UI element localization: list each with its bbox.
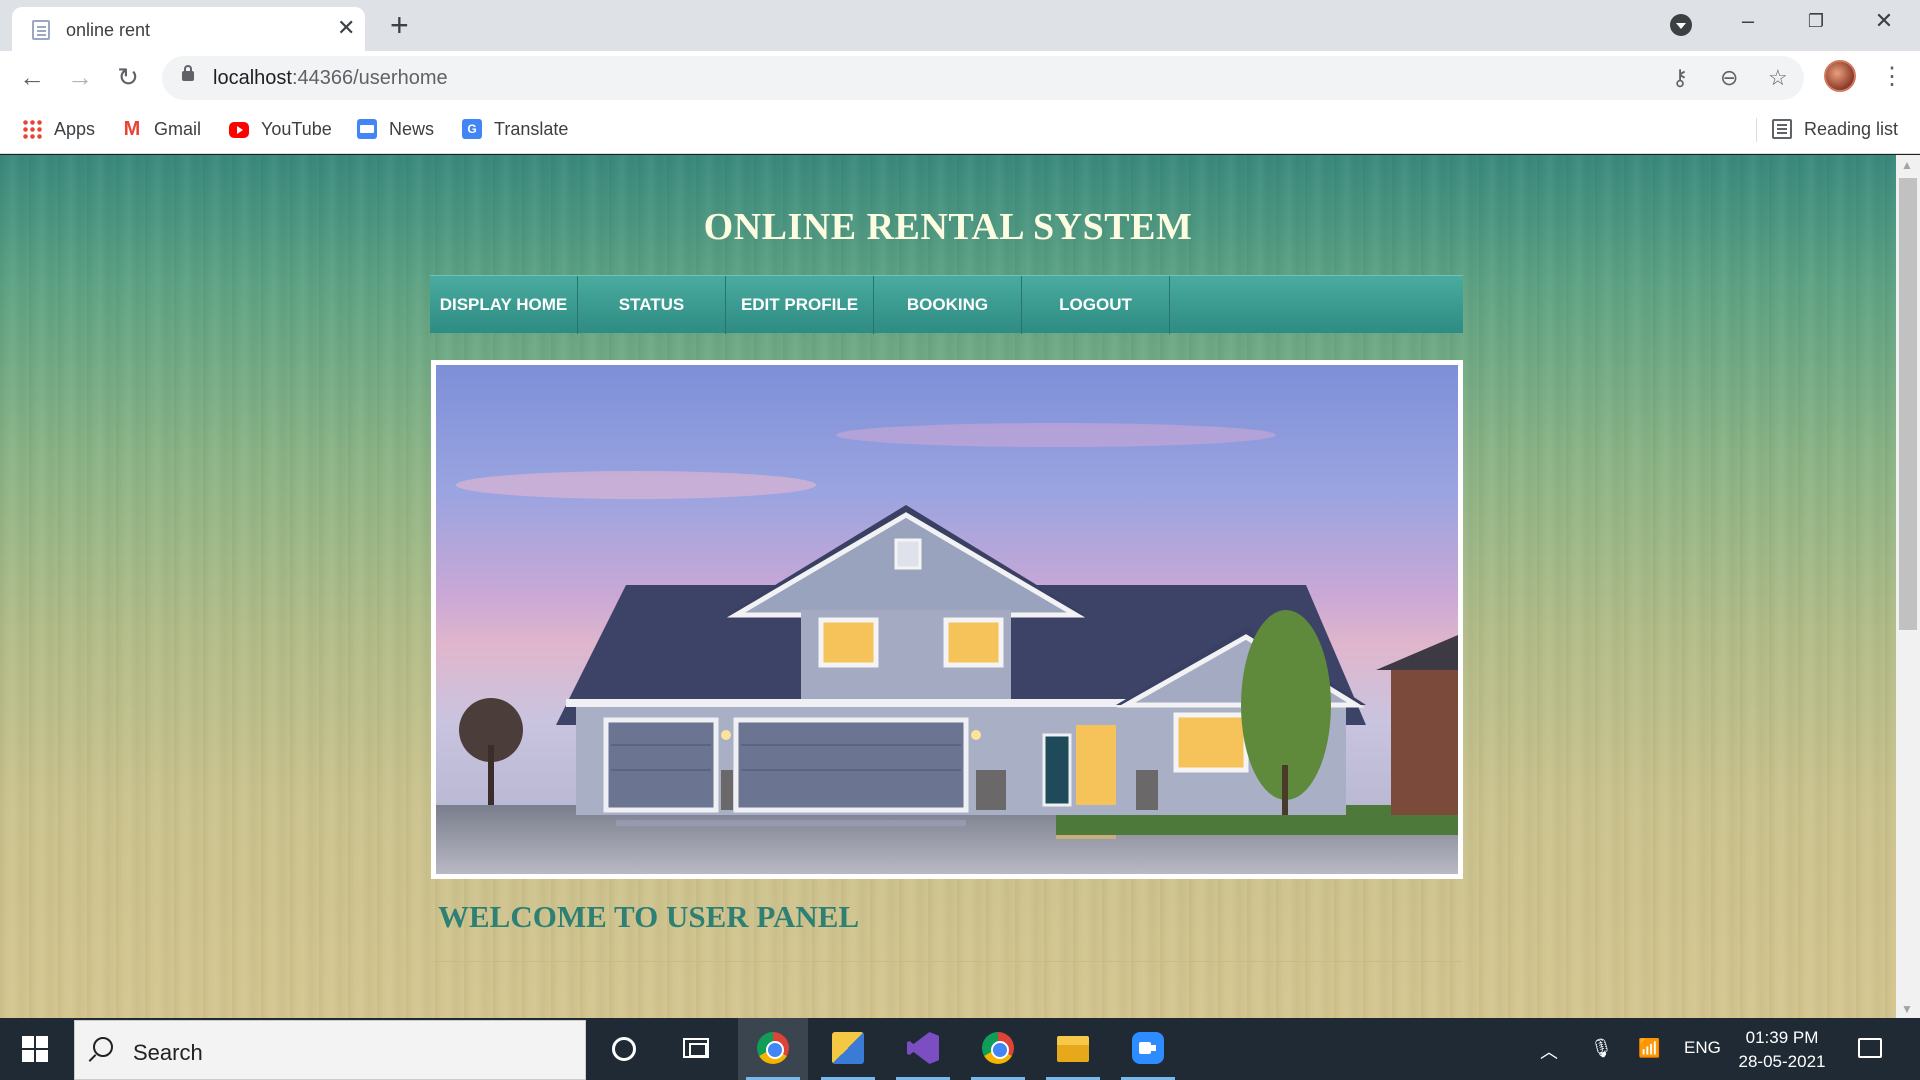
language-indicator[interactable]: ENG bbox=[1684, 1038, 1721, 1058]
tab-title: online rent bbox=[66, 20, 151, 40]
taskbar-chrome-active[interactable] bbox=[738, 1018, 808, 1080]
translate-icon: G bbox=[462, 119, 482, 139]
window-close-icon[interactable]: ✕ bbox=[1864, 6, 1904, 36]
welcome-divider bbox=[432, 961, 1462, 962]
bookmark-label: Gmail bbox=[154, 118, 202, 139]
url-path: :44366/userhome bbox=[291, 67, 448, 89]
microphone-icon[interactable]: 🎙 bbox=[1590, 1038, 1613, 1059]
chrome-icon bbox=[757, 1032, 789, 1064]
browser-menu-icon[interactable]: ⋮ bbox=[1880, 62, 1904, 92]
address-bar[interactable]: localhost:44366/userhome ⚷ ⊖ ☆ bbox=[162, 56, 1804, 100]
taskbar-sql-server[interactable] bbox=[813, 1018, 883, 1080]
wifi-icon[interactable]: 📶 bbox=[1638, 1038, 1660, 1059]
reading-list-label: Reading list bbox=[1804, 118, 1899, 139]
bookmark-label: Apps bbox=[54, 118, 96, 139]
taskbar-zoom[interactable] bbox=[1113, 1018, 1183, 1080]
browser-tab[interactable]: online rent ✕ bbox=[12, 7, 365, 51]
taskbar-search-placeholder: Search bbox=[133, 1040, 203, 1065]
tab-search-icon[interactable] bbox=[1670, 14, 1692, 36]
windows-start-icon[interactable] bbox=[22, 1036, 48, 1062]
scroll-down-icon[interactable]: ▼ bbox=[1901, 1002, 1913, 1016]
house-illustration bbox=[436, 423, 1458, 874]
windows-taskbar: Search ︿ 🎙 📶 ENG 01:39 PM 28-05-2021 bbox=[0, 1018, 1920, 1080]
browser-tab-strip: online rent ✕ + – ❐ ✕ bbox=[0, 0, 1920, 51]
reload-icon[interactable]: ↻ bbox=[110, 62, 146, 92]
house-hero-image bbox=[436, 365, 1458, 874]
scroll-up-icon[interactable]: ▲ bbox=[1901, 158, 1913, 172]
nav-status[interactable]: STATUS bbox=[578, 276, 726, 334]
browser-toolbar: ← → ↻ localhost:44366/userhome ⚷ ⊖ ☆ ⋮ bbox=[0, 51, 1920, 106]
news-icon bbox=[357, 119, 377, 139]
sql-server-icon bbox=[832, 1032, 864, 1064]
bookmark-star-icon[interactable]: ☆ bbox=[1768, 64, 1788, 92]
clock-time: 01:39 PM bbox=[1745, 1028, 1819, 1047]
welcome-heading: WELCOME TO USER PANEL bbox=[438, 899, 860, 934]
taskbar-visual-studio[interactable] bbox=[888, 1018, 958, 1080]
clock-date: 28-05-2021 bbox=[1738, 1052, 1826, 1071]
bookmark-translate[interactable]: G Translate bbox=[462, 116, 568, 142]
visual-studio-icon bbox=[907, 1032, 939, 1064]
nav-edit-profile[interactable]: EDIT PROFILE bbox=[726, 276, 874, 334]
taskbar-search-box[interactable]: Search bbox=[74, 1020, 586, 1080]
bookmarks-divider bbox=[1756, 118, 1757, 142]
main-nav: DISPLAY HOME STATUS EDIT PROFILE BOOKING… bbox=[430, 275, 1463, 334]
file-explorer-icon bbox=[1057, 1036, 1089, 1062]
profile-avatar[interactable] bbox=[1824, 60, 1856, 92]
bookmark-label: News bbox=[389, 118, 435, 139]
scroll-thumb[interactable] bbox=[1899, 178, 1917, 630]
nav-display-home[interactable]: DISPLAY HOME bbox=[430, 276, 578, 334]
back-icon[interactable]: ← bbox=[14, 62, 50, 92]
zoom-icon bbox=[1132, 1032, 1164, 1064]
lock-icon[interactable] bbox=[182, 65, 194, 81]
new-tab-icon[interactable]: + bbox=[390, 8, 409, 42]
bookmark-youtube[interactable]: YouTube bbox=[229, 116, 332, 142]
taskbar-file-explorer[interactable] bbox=[1038, 1018, 1108, 1080]
show-hidden-icons-icon[interactable]: ︿ bbox=[1540, 1038, 1558, 1064]
page-viewport: ONLINE RENTAL SYSTEM DISPLAY HOME STATUS… bbox=[0, 155, 1896, 1018]
bookmark-label: Translate bbox=[494, 118, 569, 139]
site-title: ONLINE RENTAL SYSTEM bbox=[703, 206, 1193, 248]
search-icon bbox=[93, 1037, 113, 1057]
gmail-icon: M bbox=[123, 118, 141, 140]
bookmarks-bar: Apps M Gmail YouTube News G Translate Re… bbox=[0, 106, 1920, 154]
bookmark-gmail[interactable]: M Gmail bbox=[122, 116, 201, 142]
url-host: localhost bbox=[213, 67, 292, 89]
reading-list-icon bbox=[1772, 119, 1792, 139]
task-view-icon[interactable] bbox=[683, 1038, 709, 1058]
cortana-icon[interactable] bbox=[612, 1037, 636, 1061]
reading-list-button[interactable]: Reading list bbox=[1772, 116, 1898, 142]
hero-image-frame bbox=[431, 360, 1463, 879]
url-text[interactable]: localhost:44366/userhome bbox=[213, 67, 448, 90]
zoom-icon[interactable]: ⊖ bbox=[1720, 64, 1738, 92]
notification-center-icon[interactable] bbox=[1858, 1038, 1882, 1058]
key-icon[interactable]: ⚷ bbox=[1672, 64, 1688, 92]
youtube-icon bbox=[229, 122, 249, 138]
nav-booking[interactable]: BOOKING bbox=[874, 276, 1022, 334]
apps-grid-icon bbox=[22, 119, 42, 139]
nav-logout[interactable]: LOGOUT bbox=[1022, 276, 1170, 334]
taskbar-chrome-2[interactable] bbox=[963, 1018, 1033, 1080]
page-favicon-icon bbox=[32, 20, 50, 40]
taskbar-clock[interactable]: 01:39 PM 28-05-2021 bbox=[1732, 1026, 1832, 1074]
minimize-icon[interactable]: – bbox=[1728, 6, 1768, 36]
chrome-icon bbox=[982, 1032, 1014, 1064]
tab-close-icon[interactable]: ✕ bbox=[337, 16, 355, 40]
forward-icon[interactable]: → bbox=[62, 62, 98, 92]
bookmark-apps[interactable]: Apps bbox=[22, 116, 95, 142]
restore-icon[interactable]: ❐ bbox=[1796, 6, 1836, 36]
bookmark-label: YouTube bbox=[261, 118, 332, 139]
bookmark-news[interactable]: News bbox=[357, 116, 434, 142]
